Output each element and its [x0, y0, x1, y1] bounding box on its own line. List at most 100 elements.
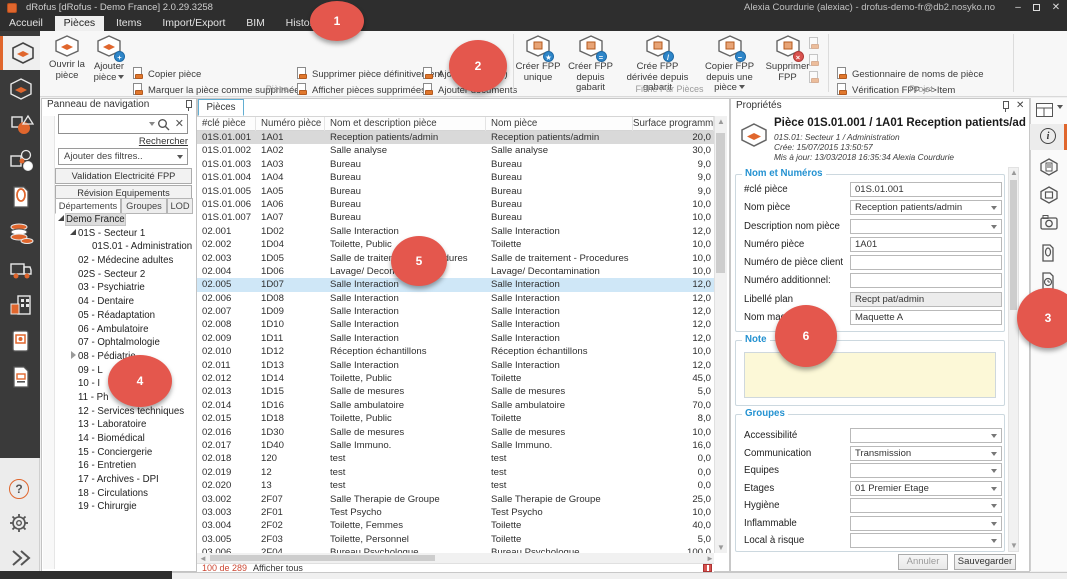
table-row[interactable]: 01S.01.003 1A03 Bureau Bureau 9,0 [197, 158, 714, 171]
tree-item[interactable]: Demo France [55, 213, 193, 227]
tree-expander-icon[interactable] [69, 418, 78, 427]
note-textarea[interactable] [744, 352, 996, 398]
scroll-up-icon[interactable]: ▲ [1010, 168, 1018, 177]
field-combo[interactable] [850, 498, 1002, 513]
tree-expander-icon[interactable] [57, 213, 66, 222]
tab-pieces[interactable]: Pièces [198, 99, 244, 116]
tree-item[interactable]: 17 - Archives - DPI [55, 473, 193, 487]
tree-item[interactable]: 01S.01 - Administration [55, 240, 193, 254]
table-row[interactable]: 02.020 13 test test 0,0 [197, 479, 714, 492]
table-row[interactable]: 01S.01.002 1A02 Salle analyse Salle anal… [197, 144, 714, 157]
ribbon-small-button[interactable]: Copier pièce [132, 67, 201, 82]
table-row[interactable]: 03.006 2F04 Bureau Psychologue Bureau Ps… [197, 546, 714, 553]
sidebar-logistics-icon[interactable] [0, 252, 40, 286]
tree-item[interactable]: 03 - Psychiatrie [55, 281, 193, 295]
tree-expander-icon[interactable] [69, 364, 78, 373]
table-row[interactable]: 02.006 1D08 Salle Interaction Salle Inte… [197, 292, 714, 305]
sidebar-attachments-icon[interactable] [0, 180, 40, 214]
fpp-sheet-icon[interactable] [1030, 154, 1067, 180]
sidebar-buildings-icon[interactable] [0, 288, 40, 322]
tree-expander-icon[interactable] [69, 268, 78, 277]
tree-item[interactable]: 14 - Biomédical [55, 432, 193, 446]
tree-item[interactable]: 01S - Secteur 1 [55, 227, 193, 241]
tree-item[interactable]: 16 - Entretien [55, 459, 193, 473]
table-row[interactable]: 02.008 1D10 Salle Interaction Salle Inte… [197, 318, 714, 331]
menu-tab[interactable]: Pièces [55, 16, 105, 31]
table-row[interactable]: 01S.01.005 1A05 Bureau Bureau 9,0 [197, 185, 714, 198]
field-combo[interactable] [850, 533, 1002, 548]
tree-item[interactable]: 07 - Ophtalmologie [55, 336, 193, 350]
fpp-button[interactable]: ★ Créer FPP unique [515, 34, 561, 83]
tree-item[interactable]: 15 - Conciergerie [55, 446, 193, 460]
images-camera-icon[interactable] [1030, 210, 1067, 236]
vertical-scrollbar-thumb[interactable] [716, 133, 725, 273]
cancel-button[interactable]: Annuler [898, 554, 948, 570]
table-row[interactable]: 02.001 1D02 Salle Interaction Salle Inte… [197, 225, 714, 238]
tree-item[interactable]: 06 - Ambulatoire [55, 323, 193, 337]
sidebar-finance-icon[interactable] [0, 216, 40, 250]
search-history-dropdown-icon[interactable] [149, 122, 155, 126]
table-row[interactable]: 02.009 1D11 Salle Interaction Salle Inte… [197, 332, 714, 345]
documents-clip-icon[interactable] [1030, 240, 1067, 266]
tree-expander-icon[interactable] [69, 281, 78, 290]
validation-electricite-button[interactable]: Validation Electricité FPP [55, 168, 192, 184]
settings-icon[interactable] [9, 513, 29, 536]
fpp-button[interactable]: × Supprimer FPP [764, 34, 811, 83]
field-input[interactable]: 01S.01.001 [850, 182, 1002, 197]
tab-groupes[interactable]: Groupes [121, 198, 167, 214]
tree-expander-icon[interactable] [69, 295, 78, 304]
sidebar-item-groups-icon[interactable] [0, 144, 40, 178]
tree-expander-icon[interactable] [69, 336, 78, 345]
add-filters-combo[interactable]: Ajouter des filtres.. [58, 148, 188, 165]
table-row[interactable]: 03.005 2F03 Toilette, Personnel Toilette… [197, 533, 714, 546]
close-button[interactable]: ✕ [1047, 0, 1065, 15]
panel-layout-icon[interactable] [1030, 100, 1067, 126]
save-button[interactable]: Sauvegarder [954, 554, 1016, 570]
tree-item[interactable]: 19 - Chirurgie [55, 500, 193, 514]
table-row[interactable]: 01S.01.001 1A01 Reception patients/admin… [197, 131, 714, 144]
table-row[interactable]: 02.003 1D05 Salle de traitement - Proced… [197, 252, 714, 265]
field-combo[interactable]: Transmission [850, 446, 1002, 461]
table-row[interactable]: 02.015 1D18 Toilette, Public Toilette 8,… [197, 412, 714, 425]
field-input[interactable]: Maquette A [850, 310, 1002, 325]
table-row[interactable]: 02.012 1D14 Toilette, Public Toilette 45… [197, 372, 714, 385]
tree-item[interactable]: 02S - Secteur 2 [55, 268, 193, 282]
tree-expander-icon[interactable] [69, 391, 78, 400]
table-row[interactable]: 01S.01.007 1A07 Bureau Bureau 10,0 [197, 211, 714, 224]
table-row[interactable]: 02.010 1D12 Réception échantillons Récep… [197, 345, 714, 358]
tree-expander-icon[interactable] [69, 323, 78, 332]
field-combo[interactable] [850, 463, 1002, 478]
table-row[interactable]: 02.018 120 test test 0,0 [197, 452, 714, 465]
sidebar-room-function-icon[interactable] [0, 72, 40, 106]
table-row[interactable]: 03.002 2F07 Salle Therapie de Groupe Sal… [197, 493, 714, 506]
scroll-right-icon[interactable]: ► [706, 554, 714, 563]
column-header-surface[interactable]: Surface programm [633, 117, 714, 131]
menu-tab[interactable]: Items [107, 16, 151, 31]
ribbon-small-button[interactable]: Gestionnaire de noms de pièce [836, 67, 984, 82]
close-panel-icon[interactable]: ✕ [1016, 100, 1024, 111]
tree-expander-icon[interactable] [69, 254, 78, 263]
sidebar-items-icon[interactable] [0, 108, 40, 142]
report-book-icon[interactable] [703, 564, 712, 572]
tree-expander-icon[interactable] [69, 459, 78, 468]
tree-expander-icon[interactable] [69, 473, 78, 482]
chevron-down-icon[interactable] [1057, 105, 1063, 109]
tree-item[interactable]: 05 - Réadaptation [55, 309, 193, 323]
tab-departements[interactable]: Départements [55, 198, 121, 214]
info-tab-icon[interactable]: i [1030, 124, 1067, 150]
scroll-down-icon[interactable]: ▼ [1010, 541, 1018, 550]
scroll-up-icon[interactable]: ▲ [717, 117, 725, 126]
field-combo[interactable]: 01 Premier Etage [850, 481, 1002, 496]
tree-expander-icon[interactable] [69, 227, 78, 236]
tree-expander-icon[interactable] [69, 446, 78, 455]
table-row[interactable]: 02.004 1D06 Lavage/ Decontamination Lava… [197, 265, 714, 278]
scroll-down-icon[interactable]: ▼ [717, 543, 725, 552]
table-row[interactable]: 02.014 1D16 Salle ambulatoire Salle ambu… [197, 399, 714, 412]
table-row[interactable]: 01S.01.006 1A06 Bureau Bureau 10,0 [197, 198, 714, 211]
table-row[interactable]: 03.003 2F01 Test Psycho Test Psycho 10,0 [197, 506, 714, 519]
tree-expander-icon[interactable] [69, 309, 78, 318]
search-link[interactable]: Rechercher [58, 136, 188, 147]
sidebar-reports-icon[interactable] [0, 360, 40, 394]
scroll-left-icon[interactable]: ◄ [199, 554, 207, 563]
field-input[interactable]: Reception patients/admin [850, 200, 1002, 215]
